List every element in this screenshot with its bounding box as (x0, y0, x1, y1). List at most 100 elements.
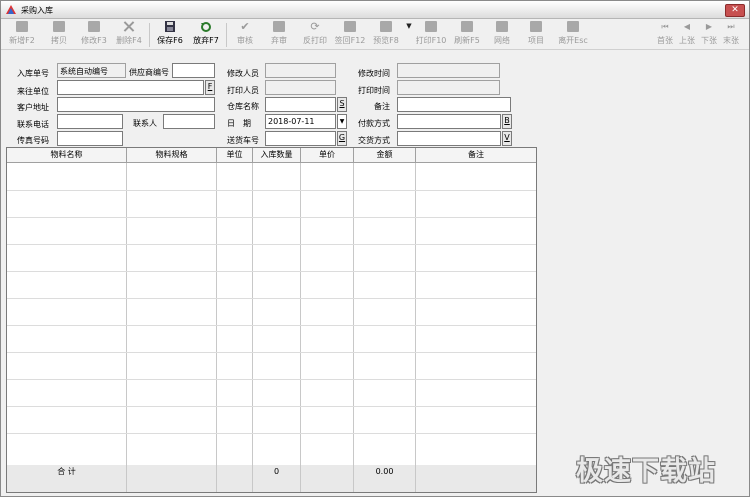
grid-header-remark[interactable]: 备注 (416, 148, 536, 163)
grid-row-line (7, 244, 536, 245)
grid-header-amount[interactable]: 金额 (354, 148, 416, 163)
grid-row-line (7, 298, 536, 299)
edit-icon (88, 21, 100, 32)
sign-button[interactable]: 签回F12 (333, 21, 367, 49)
toolbar-separator (226, 23, 227, 47)
print-button[interactable]: 打印F10 (415, 21, 447, 49)
grid-header-unit[interactable]: 单位 (217, 148, 253, 163)
date-dropdown[interactable]: ▼ (337, 114, 347, 129)
contact-label: 联系人 (133, 119, 157, 128)
footer-qty-total: 0 (253, 465, 301, 492)
grid-header-unit-price[interactable]: 单价 (301, 148, 354, 163)
date-field[interactable]: 2018-07-11 (265, 114, 336, 129)
partner-lookup-button[interactable]: F (205, 80, 215, 95)
address-field[interactable] (57, 97, 215, 112)
warehouse-label: 仓库名称 (227, 102, 259, 111)
first-page-icon: ⏮ (661, 22, 669, 31)
save-button[interactable]: 保存F6 (153, 21, 187, 49)
supplier-no-label: 供应商编号 (129, 68, 169, 77)
new-button[interactable]: 新增F2 (5, 21, 39, 49)
discard-button[interactable]: 放弃F7 (189, 21, 223, 49)
chevron-down-icon: ▼ (406, 22, 412, 30)
watermark-text: 极速下载站 (576, 456, 716, 487)
grid-icon (496, 21, 508, 32)
modtime-field (397, 63, 500, 78)
toolbar-separator (149, 23, 150, 47)
grid-row-line (7, 217, 536, 218)
phone-field[interactable] (57, 114, 123, 129)
items-grid[interactable]: 物料名称 物料规格 单位 入库数量 单价 金额 备注 合 计 0 0.00 (6, 147, 537, 493)
grid-button[interactable]: 网络 (489, 21, 515, 49)
grid-row-line (7, 271, 536, 272)
printer-field (265, 80, 336, 95)
grid-row-line (7, 379, 536, 380)
remark-field[interactable] (397, 97, 511, 112)
footer-cell (127, 465, 217, 492)
footer-cell (301, 465, 354, 492)
check-icon: ✔ (240, 20, 250, 33)
refresh-icon (461, 21, 473, 32)
delivery-lookup-button[interactable]: V (502, 131, 512, 146)
grid-col-line (216, 163, 217, 465)
exit-button[interactable]: 离开Esc (555, 21, 591, 49)
contact-field[interactable] (163, 114, 215, 129)
driver-label: 送货车号 (227, 136, 259, 145)
grid-header-quantity[interactable]: 入库数量 (253, 148, 301, 163)
refresh-arrow-icon: ⟳ (310, 20, 320, 33)
warehouse-lookup-button[interactable]: S (337, 97, 347, 112)
supplier-no-field[interactable] (172, 63, 215, 78)
prev-button[interactable]: ◀ 上张 (677, 21, 697, 49)
unprint-button[interactable]: ⟳ 反打印 (299, 21, 331, 49)
preview-dropdown[interactable]: ▼ (403, 21, 413, 49)
driver-lookup-button[interactable]: G (337, 131, 347, 146)
grid-col-line (126, 163, 127, 465)
save-icon (165, 21, 175, 32)
payment-field[interactable] (397, 114, 501, 129)
close-button[interactable]: ✕ (725, 4, 745, 17)
remark-label: 备注 (374, 102, 390, 111)
audit-button[interactable]: ✔ 审核 (231, 21, 259, 49)
unaudit-icon (273, 21, 285, 32)
first-button[interactable]: ⏮ 首张 (655, 21, 675, 49)
footer-cell (416, 465, 536, 492)
grid-col-line (353, 163, 354, 465)
phone-label: 联系电话 (17, 120, 49, 129)
partner-field[interactable] (57, 80, 204, 95)
prev-page-icon: ◀ (683, 22, 691, 31)
grid-header-material-name[interactable]: 物料名称 (7, 148, 127, 163)
window-title: 采购入库 (21, 6, 53, 15)
modtime-label: 修改时间 (358, 69, 390, 78)
item-button[interactable]: 项目 (523, 21, 549, 49)
copy-button[interactable]: 拷贝 (45, 21, 73, 49)
grid-header-material-spec[interactable]: 物料规格 (127, 148, 217, 163)
fax-field[interactable] (57, 131, 123, 146)
last-button[interactable]: ⏭ 末张 (721, 21, 741, 49)
preview-icon (380, 21, 392, 32)
new-doc-icon (16, 21, 28, 32)
item-icon (530, 21, 542, 32)
printtime-field (397, 80, 500, 95)
next-button[interactable]: ▶ 下张 (699, 21, 719, 49)
toolbar: 新增F2 拷贝 修改F3 删除F4 保存F6 放弃F7 ✔ 审核 弃审 ⟳ 反打印 … (1, 20, 749, 50)
preview-button[interactable]: 预览F8 (371, 21, 401, 49)
warehouse-field[interactable] (265, 97, 336, 112)
printtime-label: 打印时间 (358, 86, 390, 95)
footer-cell (217, 465, 253, 492)
grid-row-line (7, 433, 536, 434)
payment-lookup-button[interactable]: B (502, 114, 512, 129)
sign-icon (344, 21, 356, 32)
grid-row-line (7, 190, 536, 191)
driver-field[interactable] (265, 131, 336, 146)
date-label: 日 期 (227, 119, 251, 128)
grid-col-line (300, 163, 301, 465)
grid-col-line (415, 163, 416, 465)
partner-label: 来往单位 (17, 87, 49, 96)
delivery-field[interactable] (397, 131, 501, 146)
unaudit-button[interactable]: 弃审 (265, 21, 293, 49)
fax-label: 传真号码 (17, 136, 49, 145)
last-page-icon: ⏭ (727, 22, 735, 31)
modify-button[interactable]: 修改F3 (77, 21, 111, 49)
refresh-button[interactable]: 刷新F5 (451, 21, 483, 49)
grid-row-line (7, 406, 536, 407)
delete-button[interactable]: 删除F4 (113, 21, 145, 49)
